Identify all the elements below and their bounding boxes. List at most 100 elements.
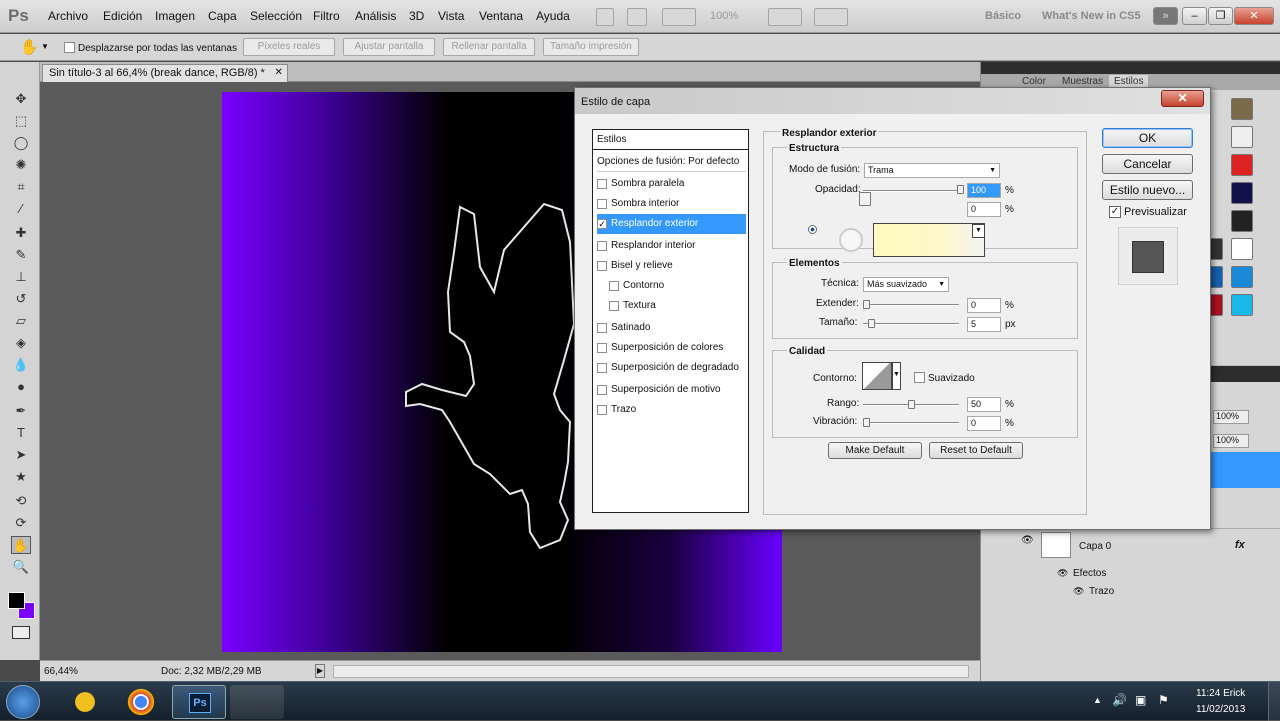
status-menu-arrow-icon[interactable]: ▶ xyxy=(315,664,325,678)
technique-select[interactable]: Más suavizado ▼ xyxy=(863,277,949,292)
dialog-titlebar[interactable]: Estilo de capa xyxy=(575,88,1210,114)
style-checkbox[interactable] xyxy=(597,405,607,415)
fit-screen-button[interactable]: Ajustar pantalla xyxy=(343,38,435,56)
style-swatch[interactable] xyxy=(1231,182,1253,204)
taskbar-app-icon[interactable] xyxy=(230,685,284,719)
photoshop-taskbar-item[interactable]: Ps xyxy=(172,685,226,719)
opacity-slider[interactable] xyxy=(863,190,963,192)
style-item-7[interactable]: Textura xyxy=(609,296,746,316)
color-swatch-icon[interactable] xyxy=(839,228,863,252)
close-icon[interactable]: ✕ xyxy=(1234,7,1274,25)
style-item-12[interactable]: Trazo xyxy=(597,400,746,420)
cancel-button[interactable]: Cancelar xyxy=(1102,154,1193,174)
contour-picker[interactable] xyxy=(862,362,892,390)
shape-tool-icon[interactable]: ★ xyxy=(11,468,31,486)
workspace-basico[interactable]: Básico xyxy=(985,10,1021,22)
chrome-icon[interactable] xyxy=(114,685,168,719)
style-checkbox[interactable] xyxy=(597,385,607,395)
taskbar-app-icon[interactable] xyxy=(58,685,112,719)
opacity-slider-thumb[interactable] xyxy=(957,185,964,194)
3d-orbit-icon[interactable]: ⟳ xyxy=(11,514,31,532)
flag-icon[interactable]: ⚑ xyxy=(1158,693,1169,707)
range-field[interactable]: 50 xyxy=(967,397,1001,412)
contour-dropdown-icon[interactable]: ▼ xyxy=(892,362,901,390)
style-checkbox[interactable] xyxy=(597,363,607,373)
style-item-3[interactable]: ✓ Resplandor exterior xyxy=(597,214,746,234)
3d-rotate-icon[interactable]: ⟲ xyxy=(11,492,31,510)
jitter-field[interactable]: 0 xyxy=(967,416,1001,431)
volume-icon[interactable]: 🔊 xyxy=(1112,693,1127,707)
style-swatch[interactable] xyxy=(1231,294,1253,316)
size-slider[interactable] xyxy=(863,323,959,325)
style-swatch[interactable] xyxy=(1231,98,1253,120)
opacity-field[interactable]: 100 xyxy=(967,183,1001,198)
bridge-icon[interactable] xyxy=(596,8,614,26)
pen-tool-icon[interactable]: ✒ xyxy=(11,402,31,420)
clock-time[interactable]: 11:24 Erick xyxy=(1196,688,1245,699)
gradient-picker[interactable] xyxy=(873,223,985,257)
style-swatch[interactable] xyxy=(1231,210,1253,232)
selected-layer-row[interactable] xyxy=(1211,452,1280,488)
style-checkbox[interactable] xyxy=(597,179,607,189)
scroll-all-checkbox[interactable] xyxy=(64,42,75,53)
quick-mask-icon[interactable] xyxy=(12,626,30,639)
preview-checkbox[interactable]: ✓ xyxy=(1109,206,1121,218)
noise-field[interactable]: 0 xyxy=(967,202,1001,217)
style-swatch[interactable] xyxy=(1231,238,1253,260)
layer-name[interactable]: Capa 0 xyxy=(1079,541,1111,552)
crop-tool-icon[interactable]: ⌗ xyxy=(11,178,31,196)
extras-icon[interactable] xyxy=(662,8,696,26)
style-checkbox[interactable] xyxy=(597,241,607,251)
dodge-tool-icon[interactable]: ● xyxy=(11,378,31,396)
blur-tool-icon[interactable]: 💧 xyxy=(11,356,31,374)
minimize-icon[interactable]: – xyxy=(1182,7,1207,25)
jitter-slider-thumb[interactable] xyxy=(863,418,870,427)
size-slider-thumb[interactable] xyxy=(868,319,875,328)
style-checkbox[interactable] xyxy=(597,343,607,353)
style-checkbox[interactable] xyxy=(609,301,619,311)
menu-seleccion[interactable]: Selección xyxy=(250,9,302,23)
style-swatch[interactable] xyxy=(1231,126,1253,148)
reset-default-button[interactable]: Reset to Default xyxy=(929,442,1023,459)
lasso-tool-icon[interactable]: ◯ xyxy=(11,134,31,152)
arrange-docs-icon[interactable] xyxy=(768,8,802,26)
style-item-9[interactable]: Superposición de colores xyxy=(597,338,746,358)
quick-select-icon[interactable]: ✺ xyxy=(11,156,31,174)
menu-vista[interactable]: Vista xyxy=(438,9,464,23)
style-swatch[interactable] xyxy=(1231,154,1253,176)
close-tab-icon[interactable]: ✕ xyxy=(274,65,282,81)
ok-button[interactable]: OK xyxy=(1102,128,1193,148)
zoom-tool-icon[interactable]: 🔍 xyxy=(11,558,31,576)
style-item-8[interactable]: Satinado xyxy=(597,318,746,338)
path-select-icon[interactable]: ➤ xyxy=(11,446,31,464)
noise-slider-thumb[interactable] xyxy=(859,192,871,206)
new-style-button[interactable]: Estilo nuevo... xyxy=(1102,180,1193,200)
menu-3d[interactable]: 3D xyxy=(409,9,424,23)
stamp-tool-icon[interactable]: ⊥ xyxy=(11,268,31,286)
layer-row[interactable]: 👁 Capa 0 fx xyxy=(981,528,1280,564)
eyedropper-icon[interactable]: ⁄ xyxy=(11,200,31,218)
style-item-6[interactable]: Contorno xyxy=(609,276,746,296)
jitter-slider[interactable] xyxy=(863,422,959,424)
hand-tool-icon[interactable]: ✋ xyxy=(20,38,39,56)
antialias-checkbox[interactable] xyxy=(914,372,925,383)
style-item-5[interactable]: Bisel y relieve xyxy=(597,256,746,276)
type-tool-icon[interactable]: T xyxy=(11,424,31,442)
minibridge-icon[interactable] xyxy=(627,8,647,26)
blend-mode-select[interactable]: Trama ▼ xyxy=(864,163,1000,178)
size-field[interactable]: 5 xyxy=(967,317,1001,332)
menu-ayuda[interactable]: Ayuda xyxy=(536,9,570,23)
style-checkbox[interactable] xyxy=(609,281,619,291)
clock-date[interactable]: 11/02/2013 xyxy=(1196,704,1245,715)
style-item-11[interactable]: Superposición de motivo xyxy=(597,380,746,400)
hand-tool-icon[interactable]: ✋ xyxy=(11,536,31,554)
brush-tool-icon[interactable]: ✎ xyxy=(11,246,31,264)
tray-arrow-icon[interactable]: ▲ xyxy=(1093,695,1102,705)
spread-field[interactable]: 0 xyxy=(967,298,1001,313)
horizontal-scrollbar[interactable] xyxy=(333,665,969,678)
eye-icon[interactable]: 👁 xyxy=(1057,568,1068,579)
styles-header[interactable]: Estilos xyxy=(593,130,748,150)
move-tool-icon[interactable]: ✥ xyxy=(11,90,31,108)
eye-icon[interactable]: 👁 xyxy=(1073,586,1084,597)
eraser-tool-icon[interactable]: ▱ xyxy=(11,312,31,330)
